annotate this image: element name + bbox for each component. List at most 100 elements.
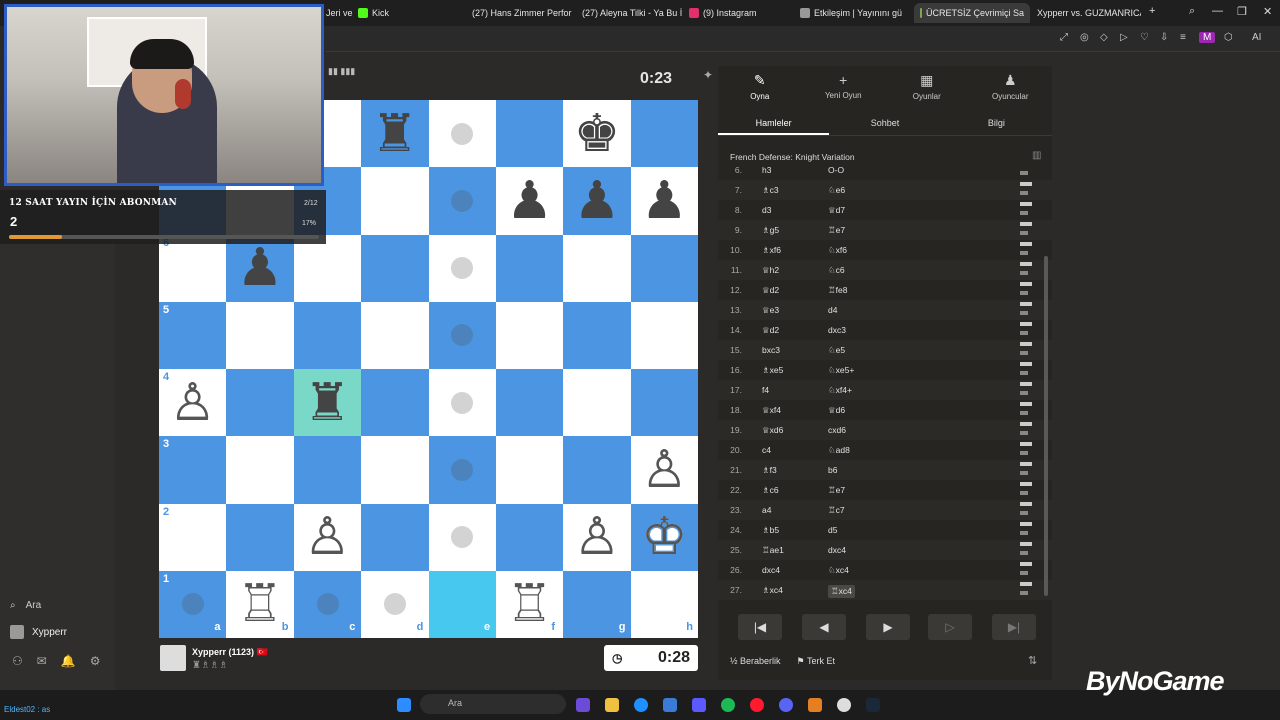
close-icon[interactable]: ✕ [1263,5,1272,18]
black-move[interactable]: ♕d7 [828,205,845,216]
square-g3[interactable] [563,436,631,504]
white-move[interactable]: bxc3 [762,345,780,355]
spotify-icon[interactable] [721,698,735,712]
search-tabs-icon[interactable]: ⌕ [1189,5,1195,18]
black-king-g8[interactable]: ♚ [563,100,630,167]
menu-icon[interactable]: ≡ [1180,32,1186,43]
move-row[interactable]: 11. ♕h2 ♘c6 [718,260,1052,280]
tab-7[interactable]: Xypperr vs. GUZMANRICA [1033,3,1141,23]
square-f3[interactable] [496,436,564,504]
square-h4[interactable] [630,369,699,437]
square-c6[interactable] [293,234,362,302]
white-rook-b1[interactable]: ♜ ♖ [226,571,293,638]
move-row[interactable]: 23. a4 ♖c7 [718,500,1052,520]
square-d7[interactable] [361,167,429,235]
steam-icon[interactable] [866,698,880,712]
move-row[interactable]: 25. ♖ae1 dxc4 [718,540,1052,560]
draw-button[interactable]: ½ Beraberlik [730,656,781,667]
square-f6[interactable] [496,234,564,302]
move-hint-dot[interactable] [451,122,474,145]
new-tab-button[interactable]: + [1149,5,1155,17]
discord-icon[interactable] [779,698,793,712]
nav-play[interactable]: ✎ Oyna [718,66,802,108]
square-h6[interactable] [630,234,699,302]
white-pawn-c2[interactable]: ♟ ♙ [294,504,361,571]
white-move[interactable]: dxc4 [762,565,780,575]
obs-icon[interactable] [837,698,851,712]
white-move[interactable]: ♕xf4 [762,405,781,416]
white-move[interactable]: ♗xc4 [762,585,783,596]
play-button[interactable]: ▶ [866,614,910,640]
settings-icon[interactable]: ⚙ [90,654,101,668]
prev-move-button[interactable]: ◀ [802,614,846,640]
white-move[interactable]: ♗xf6 [762,245,781,256]
screenshot-icon[interactable]: ◎ [1080,32,1089,43]
square-f8[interactable] [496,100,564,168]
sidebar-user[interactable]: Xypperr [10,625,67,639]
white-move[interactable]: f4 [762,385,769,395]
move-hint-dot[interactable] [451,189,474,212]
white-move[interactable]: ♗g5 [762,225,779,236]
gear-icon[interactable]: ✦ [703,68,713,82]
taskbar-search[interactable]: Ara [420,694,566,714]
white-move[interactable]: h3 [762,166,771,175]
tab-1[interactable]: Kick [358,3,448,23]
square-g4[interactable] [563,369,631,437]
move-row[interactable]: 6. h3 O-O [718,166,1052,180]
black-rook-c4[interactable]: ♜ [294,369,361,436]
tab-5[interactable]: Etkileşim | Yayınını gü [800,3,902,23]
square-g5[interactable] [563,301,631,369]
move-row[interactable]: 22. ♗c6 ♖e7 [718,480,1052,500]
move-hint-dot[interactable] [451,458,474,481]
profile-avatar[interactable]: M [1199,32,1216,43]
square-f5[interactable] [496,301,564,369]
nav-new-game[interactable]: + Yeni Oyun [802,66,886,108]
edge-icon[interactable] [634,698,648,712]
black-move[interactable]: ♘xc4 [828,565,849,576]
tab-3[interactable]: (27) Aleyna Tilki - Ya Bu İş [578,3,682,23]
square-c5[interactable] [293,301,362,369]
folder-icon[interactable] [605,698,619,712]
move-row[interactable]: 27. ♗xc4 ♖xc4 [718,580,1052,600]
black-move[interactable]: dxc3 [828,325,846,335]
black-pawn-g7[interactable]: ♟ [563,167,630,234]
black-move[interactable]: ♖c7 [828,505,845,516]
play-icon[interactable]: ▷ [1120,32,1128,43]
move-row[interactable]: 12. ♕d2 ♖fe8 [718,280,1052,300]
move-row[interactable]: 26. dxc4 ♘xc4 [718,560,1052,580]
white-move[interactable]: ♕e3 [762,305,779,316]
square-h8[interactable] [630,100,699,168]
white-pawn-g2[interactable]: ♟ ♙ [563,504,630,571]
square-b4[interactable] [226,369,294,437]
move-row[interactable]: 17. f4 ♘xf4+ [718,380,1052,400]
black-move[interactable]: ♘e5 [828,345,845,356]
white-move[interactable]: ♗c6 [762,485,779,496]
opera-icon[interactable] [750,698,764,712]
square-g6[interactable] [563,234,631,302]
white-move[interactable]: ♗xe5 [762,365,783,376]
square-b5[interactable] [226,301,294,369]
move-row[interactable]: 10. ♗xf6 ♘xf6 [718,240,1052,260]
black-move[interactable]: d5 [828,525,837,535]
extension-icon[interactable]: ⬡ [1224,32,1233,43]
square-h5[interactable] [630,301,699,369]
copilot-icon[interactable] [576,698,590,712]
square-b2[interactable] [226,503,294,571]
white-move[interactable]: d3 [762,205,771,215]
black-move[interactable]: b6 [828,465,837,475]
white-move[interactable]: ♕d2 [762,325,779,336]
tab-6-active[interactable]: ÜCRETSİZ Çevrimiçi Sa [914,3,1030,23]
square-d4[interactable] [361,369,429,437]
square-d3[interactable] [361,436,429,504]
move-hint-dot[interactable] [181,593,204,616]
white-move[interactable]: ♖ae1 [762,545,784,556]
windows-start-icon[interactable] [397,698,411,712]
square-f4[interactable] [496,369,564,437]
tab-moves[interactable]: Hamleler [718,112,830,135]
black-move[interactable]: ♖xc4 [828,585,855,598]
scrollbar[interactable] [1044,256,1048,596]
black-pawn-f7[interactable]: ♟ [496,167,563,234]
move-row[interactable]: 20. c4 ♘ad8 [718,440,1052,460]
trash-icon[interactable]: ▥ [1032,150,1041,161]
square-b3[interactable] [226,436,294,504]
